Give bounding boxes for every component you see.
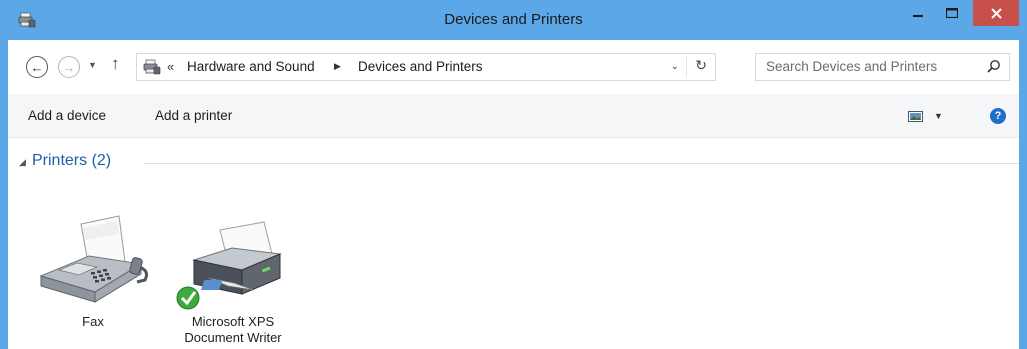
search-input[interactable]: Search Devices and Printers: [766, 59, 937, 74]
device-fax[interactable]: Fax: [28, 210, 158, 330]
up-arrow-icon: ↑: [111, 54, 120, 73]
help-icon[interactable]: ?: [990, 108, 1006, 124]
minimize-button[interactable]: [901, 0, 935, 26]
chevron-down-icon: ▼: [88, 60, 97, 70]
refresh-icon: ↻: [695, 57, 707, 73]
forward-button[interactable]: →: [58, 56, 80, 78]
window: Devices and Printers ← → ▼ ↑ « Hardware …: [0, 0, 1027, 349]
forward-arrow-icon: →: [62, 59, 76, 75]
close-button[interactable]: [973, 0, 1019, 26]
command-bar: Add a device Add a printer ▼ ?: [8, 94, 1019, 138]
device-label-fax: Fax: [82, 314, 104, 329]
change-view-icon[interactable]: [908, 111, 923, 122]
breadcrumb-hardware-and-sound[interactable]: Hardware and Sound: [187, 59, 315, 74]
back-arrow-icon: ←: [30, 59, 44, 75]
address-dropdown-button[interactable]: ⌄: [671, 61, 679, 72]
collapse-triangle-icon[interactable]: ◢: [19, 157, 26, 168]
add-device-button[interactable]: Add a device: [28, 108, 106, 123]
breadcrumb-separator-icon[interactable]: ▶: [334, 61, 341, 72]
maximize-icon: [946, 8, 958, 18]
refresh-button[interactable]: ↻: [695, 57, 707, 74]
chevron-down-icon: ⌄: [670, 61, 679, 72]
back-button[interactable]: ←: [26, 56, 48, 78]
printer-default-icon: [176, 221, 282, 310]
maximize-button[interactable]: [935, 0, 969, 26]
view-options-dropdown[interactable]: ▼: [934, 111, 943, 121]
device-label-line-2: Document Writer: [184, 330, 282, 345]
printers-group-header[interactable]: ◢ Printers (2): [8, 152, 1019, 176]
device-label-line-1: Microsoft XPS: [191, 314, 275, 329]
group-divider: [144, 163, 1019, 164]
minimize-icon: [913, 15, 923, 17]
device-microsoft-xps-document-writer[interactable]: Microsoft XPS Document Writer: [168, 210, 298, 346]
add-printer-button[interactable]: Add a printer: [155, 108, 232, 123]
title-bar[interactable]: Devices and Printers: [8, 0, 1019, 40]
breadcrumb-devices-and-printers[interactable]: Devices and Printers: [358, 59, 483, 74]
address-divider: [686, 57, 687, 77]
group-label: Printers (2): [32, 152, 112, 169]
devices-printers-icon: [143, 59, 161, 75]
address-overflow-button[interactable]: «: [167, 59, 174, 74]
search-box[interactable]: Search Devices and Printers: [755, 53, 1010, 81]
address-bar[interactable]: « Hardware and Sound ▶ Devices and Print…: [136, 53, 716, 81]
chevron-down-icon: ▼: [934, 111, 943, 121]
device-label-xps: Microsoft XPS Document Writer: [168, 314, 298, 346]
close-icon: [990, 7, 1002, 19]
navigation-bar: ← → ▼ ↑ « Hardware and Sound ▶ Devices a…: [8, 40, 1019, 94]
window-title: Devices and Printers: [444, 11, 583, 28]
search-icon[interactable]: [987, 59, 1001, 73]
up-button[interactable]: ↑: [111, 54, 120, 74]
recent-locations-button[interactable]: ▼: [88, 60, 97, 70]
fax-icon: [39, 215, 148, 303]
